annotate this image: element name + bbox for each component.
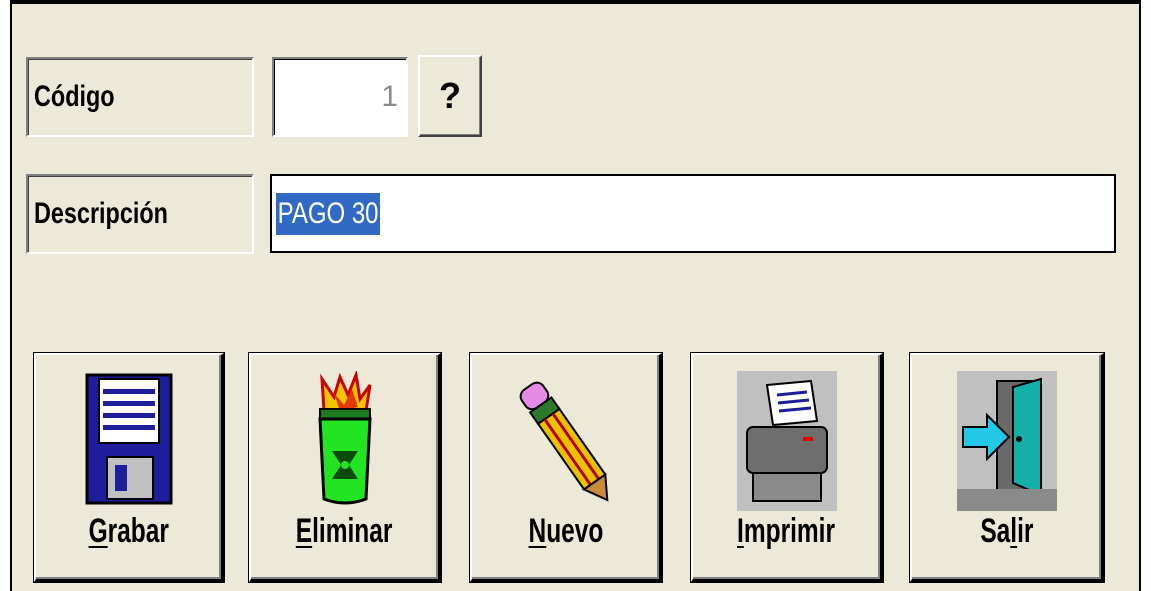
help-button-label: ? — [439, 75, 461, 116]
printer-icon — [736, 371, 837, 511]
pencil-icon — [519, 381, 608, 502]
floppy-disk-icon — [85, 373, 172, 505]
description-selected-text: PAGO 30 — [276, 192, 381, 235]
code-value: 1 — [381, 80, 398, 113]
delete-button-label: Eliminar — [296, 512, 393, 550]
description-input[interactable]: PAGO 30 — [270, 174, 1116, 253]
code-input[interactable]: 1 — [272, 57, 408, 137]
exit-button-label: Salir — [979, 512, 1034, 550]
window-left-border — [0, 0, 12, 591]
new-button[interactable]: Nuevo — [470, 353, 662, 582]
print-button-label: Imprimir — [737, 512, 836, 550]
delete-button[interactable]: Eliminar — [249, 353, 441, 582]
exit-door-icon — [956, 371, 1057, 511]
window-top-border — [0, 0, 1151, 4]
window-right-border — [1139, 0, 1151, 591]
description-label: Descripción — [26, 174, 254, 254]
burning-trash-can-icon — [317, 371, 372, 505]
help-button[interactable]: ? — [418, 55, 482, 137]
save-button[interactable]: Grabar — [34, 353, 224, 582]
new-button-label: Nuevo — [528, 512, 603, 550]
code-label: Código — [26, 57, 254, 137]
save-button-label: Grabar — [88, 512, 169, 550]
print-button[interactable]: Imprimir — [691, 353, 883, 582]
exit-button[interactable]: Salir — [910, 353, 1104, 582]
